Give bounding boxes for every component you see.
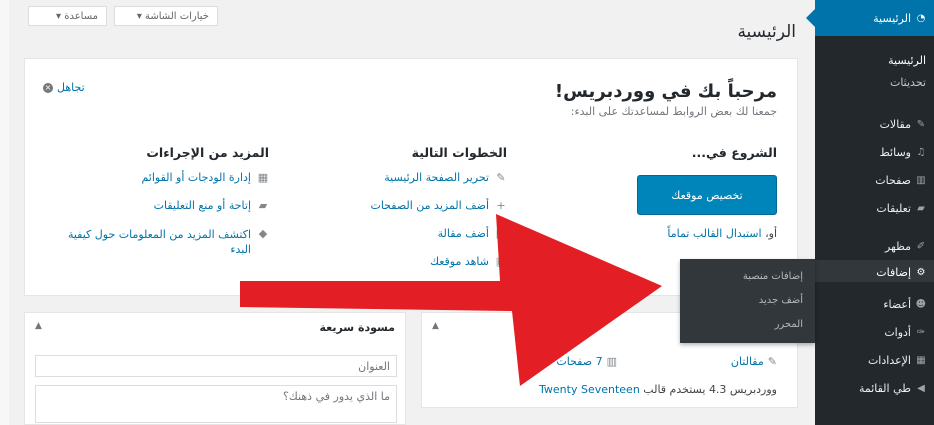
theme-link[interactable]: Twenty Seventeen xyxy=(539,383,640,396)
comment-toggle-icon: ▰ xyxy=(258,199,268,212)
get-started-heading: الشروع في... xyxy=(691,145,777,160)
pin-icon: ✎ xyxy=(916,118,926,130)
tools-icon: ✑ xyxy=(916,326,926,338)
widgets-icon: ▦ xyxy=(257,171,269,184)
sidebar-item-dashboard[interactable]: ◔ الرئيسية xyxy=(873,12,926,25)
screen-options-button[interactable]: خيارات الشاشة ▾ xyxy=(114,6,218,26)
sidebar-item-pages[interactable]: ▥ صفحات xyxy=(875,174,926,187)
dismiss-link[interactable]: تجاهل × xyxy=(43,81,85,94)
plugins-flyout-menu: إضافات منصبة أضف جديد المحرر xyxy=(680,259,815,343)
next-steps-heading: الخطوات التالية xyxy=(411,145,507,160)
action-learn-more[interactable]: ◆ اكتشف المزيد من المعلومات حول كيفية ال… xyxy=(68,227,269,257)
glance-pages[interactable]: ▥ 7 صفحات xyxy=(556,355,617,368)
sidebar-item-users[interactable]: ☻ أعضاء xyxy=(883,298,926,311)
action-manage-widgets[interactable]: ▦ إدارة الودجات أو القوائم xyxy=(141,171,269,184)
replace-theme-text: أو، استبدال القالب تماماً xyxy=(667,227,777,240)
page-title: الرئيسية xyxy=(737,22,796,42)
glance-posts[interactable]: ✎ مقالتان xyxy=(731,355,777,368)
sidebar-item-settings[interactable]: ▦ الإعدادات xyxy=(868,354,926,367)
dashboard-icon: ◔ xyxy=(916,12,926,24)
draft-title-input[interactable]: العنوان xyxy=(35,355,397,377)
glance-version: ووردبريس 4.3 يستخدم قالب Twenty Seventee… xyxy=(539,383,777,396)
view-icon: ▣ xyxy=(495,255,507,268)
pages-icon: ▥ xyxy=(606,355,617,368)
edit-icon: ✎ xyxy=(496,171,506,184)
quick-draft-box: ▲ مسودة سريعة العنوان ما الذي يدور في ذه… xyxy=(24,312,406,425)
welcome-title: مرحباً بك في ووردبريس! xyxy=(554,81,777,102)
sidebar-item-tools[interactable]: ✑ أدوات xyxy=(884,326,926,339)
learn-icon: ◆ xyxy=(258,227,268,240)
next-step-add-pages[interactable]: + أضف المزيد من الصفحات xyxy=(370,199,507,212)
screenshot-frame: مساعدة ▾ خيارات الشاشة ▾ الرئيسية مرحباً… xyxy=(0,0,934,425)
settings-icon: ▦ xyxy=(916,354,926,366)
active-pointer xyxy=(806,9,815,27)
sidebar-item-plugins[interactable]: ⚙ إضافات xyxy=(876,266,926,279)
appearance-icon: ✐ xyxy=(916,240,926,252)
help-button[interactable]: مساعدة ▾ xyxy=(28,6,107,26)
next-step-add-post[interactable]: ▤ أضف مقالة xyxy=(438,227,507,240)
pages-icon: ▥ xyxy=(916,174,926,186)
more-actions-heading: المزيد من الإجراءات xyxy=(146,145,269,160)
flyout-add-new[interactable]: أضف جديد xyxy=(759,295,803,306)
collapse-icon: ◀ xyxy=(917,382,925,394)
media-icon: ♫ xyxy=(916,146,926,158)
toggle-icon[interactable]: ▲ xyxy=(432,321,439,331)
toggle-icon[interactable]: ▲ xyxy=(35,321,42,331)
post-icon: ▤ xyxy=(495,227,507,240)
next-step-edit-front[interactable]: ✎ تحرير الصفحة الرئيسية xyxy=(384,171,507,184)
plugins-icon: ⚙ xyxy=(916,266,926,278)
sidebar-item-appearance[interactable]: ✐ مظهر xyxy=(885,240,926,253)
quick-draft-heading: مسودة سريعة xyxy=(319,321,395,334)
flyout-installed-plugins[interactable]: إضافات منصبة xyxy=(743,271,803,282)
users-icon: ☻ xyxy=(915,298,926,310)
close-circle-icon: × xyxy=(43,82,53,93)
sidebar-item-media[interactable]: ♫ وسائط xyxy=(880,146,926,159)
sidebar-sub-updates[interactable]: تحديثات xyxy=(890,76,926,89)
replace-theme-link[interactable]: استبدال القالب تماماً xyxy=(667,227,761,240)
draft-content-textarea[interactable]: ما الذي يدور في ذهنك؟ xyxy=(35,385,397,423)
plus-icon: + xyxy=(496,199,506,212)
action-toggle-comments[interactable]: ▰ إتاحة أو منع التعليقات xyxy=(154,199,269,212)
sidebar-sub-home[interactable]: الرئيسية xyxy=(888,54,926,67)
flyout-editor[interactable]: المحرر xyxy=(775,319,803,330)
sidebar-item-collapse[interactable]: ◀ طي القائمة xyxy=(859,382,926,395)
customize-site-button[interactable]: تخصيص موقعك xyxy=(637,175,777,215)
comments-icon: ▰ xyxy=(917,202,925,214)
next-step-view-site[interactable]: ▣ شاهد موقعك xyxy=(430,255,507,268)
sidebar-item-comments[interactable]: ▰ تعليقات xyxy=(876,202,926,215)
sidebar-item-posts[interactable]: ✎ مقالات xyxy=(880,118,926,131)
pin-icon: ✎ xyxy=(767,355,777,368)
welcome-subtitle: جمعنا لك بعض الروابط لمساعدتك على البدء: xyxy=(570,105,777,118)
